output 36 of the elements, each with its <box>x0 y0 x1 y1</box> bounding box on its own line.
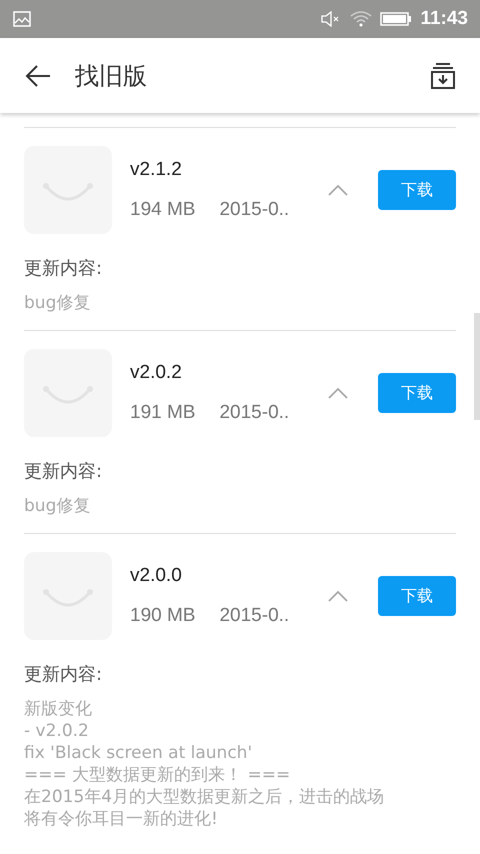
release-date: 2015-0.. <box>219 199 290 221</box>
notes-text: 在2015年4月的大型数据更新之后，进击的战场 <box>24 786 386 808</box>
notes-text: bug修复 <box>24 495 92 517</box>
download-button[interactable]: 下载 <box>378 576 456 616</box>
notes-text: 将有令你耳目一新的进化! <box>24 808 219 830</box>
download-tray-icon[interactable] <box>430 62 456 90</box>
clock: 11:43 <box>420 8 468 30</box>
file-size: 191 MB <box>130 402 196 424</box>
notes-text: 新版变化 <box>24 698 93 720</box>
file-size: 194 MB <box>130 199 196 221</box>
notes-label: 更新内容: <box>24 663 104 686</box>
notes-label: 更新内容: <box>24 460 104 483</box>
image-icon <box>13 11 31 27</box>
app-placeholder-icon <box>24 552 112 640</box>
collapse-icon[interactable] <box>328 184 348 196</box>
download-button[interactable]: 下载 <box>378 373 456 413</box>
app-placeholder-icon <box>24 349 112 437</box>
notes-text: - v2.0.2 <box>24 720 90 742</box>
download-button[interactable]: 下载 <box>378 170 456 210</box>
collapse-icon[interactable] <box>328 387 348 399</box>
page-title: 找旧版 <box>75 60 148 92</box>
back-arrow-icon[interactable] <box>25 64 51 88</box>
wifi-icon <box>350 11 372 27</box>
release-date: 2015-0.. <box>219 605 290 627</box>
notes-text: === 大型数据更新的到来！ === <box>24 764 292 786</box>
version-number: v2.1.2 <box>130 159 183 181</box>
notes-text: fix 'Black screen at launch' <box>24 742 254 764</box>
battery-icon <box>380 11 412 27</box>
app-placeholder-icon <box>24 146 112 234</box>
version-number: v2.0.2 <box>130 362 183 384</box>
notes-label: 更新内容: <box>24 257 104 280</box>
collapse-icon[interactable] <box>328 590 348 602</box>
release-date: 2015-0.. <box>219 402 290 424</box>
file-size: 190 MB <box>130 605 196 627</box>
version-number: v2.0.0 <box>130 565 183 587</box>
notes-text: bug修复 <box>24 292 92 314</box>
